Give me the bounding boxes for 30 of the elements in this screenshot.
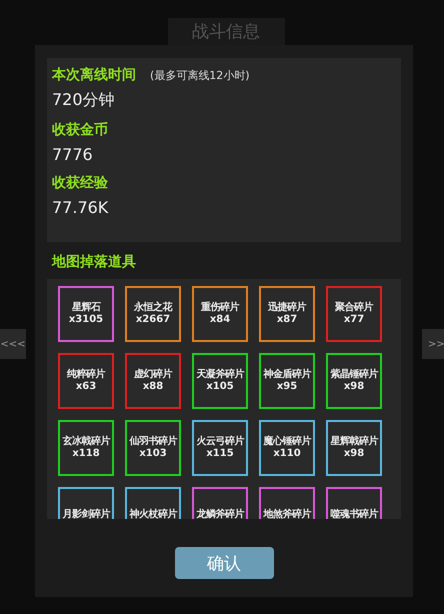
- item-slot[interactable]: 纯粹碎片 x63: [58, 353, 114, 409]
- item-slot[interactable]: 虚幻碎片 x88: [125, 353, 181, 409]
- item-slot[interactable]: 聚合碎片 x77: [326, 286, 382, 342]
- item-slot[interactable]: 紫晶锤碎片 x98: [326, 353, 382, 409]
- next-button[interactable]: >>: [422, 329, 444, 359]
- item-slot[interactable]: 地煞斧碎片: [259, 487, 315, 519]
- info-label: 收获金币: [52, 121, 108, 139]
- info-label: 收获经验: [52, 174, 108, 192]
- info-label: 本次离线时间: [52, 66, 136, 84]
- item-slot[interactable]: 重伤碎片 x84: [192, 286, 248, 342]
- info-value: 7776: [52, 145, 94, 164]
- item-slot[interactable]: 天凝斧碎片 x105: [192, 353, 248, 409]
- item-slot[interactable]: 永恒之花 x2667: [125, 286, 181, 342]
- item-slot[interactable]: 神金盾碎片 x95: [259, 353, 315, 409]
- previous-button[interactable]: <<<: [0, 329, 26, 359]
- item-slot[interactable]: 星辉石 x3105: [58, 286, 114, 342]
- info-value: 720分钟: [52, 90, 116, 111]
- item-slot[interactable]: 星辉戟碎片 x98: [326, 420, 382, 476]
- item-slot[interactable]: 神火杖碎片: [125, 487, 181, 519]
- item-slot[interactable]: 龙鳞斧碎片: [192, 487, 248, 519]
- item-slot[interactable]: 噬魂书碎片: [326, 487, 382, 519]
- item-slot[interactable]: 月影剑碎片: [58, 487, 114, 519]
- item-slot[interactable]: 玄冰戟碎片 x118: [58, 420, 114, 476]
- info-value: 77.76K: [52, 198, 110, 217]
- item-slot[interactable]: 火云弓碎片 x115: [192, 420, 248, 476]
- item-slot[interactable]: 魔心锤碎片 x110: [259, 420, 315, 476]
- item-slot[interactable]: 仙羽书碎片 x103: [125, 420, 181, 476]
- item-slot[interactable]: 迅捷碎片 x87: [259, 286, 315, 342]
- info-note: (最多可离线12小时): [150, 68, 250, 83]
- section-title: 地图掉落道具: [52, 253, 136, 271]
